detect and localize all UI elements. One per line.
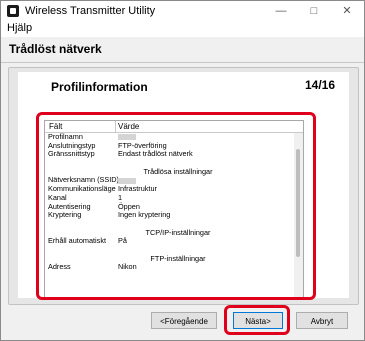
header-band: Trådlöst nätverk — [1, 38, 364, 63]
highlight-frame-next — [224, 305, 290, 335]
window-title: Wireless Transmitter Utility — [25, 5, 156, 17]
page-counter: 14/16 — [304, 78, 335, 92]
page-title: Trådlöst nätverk — [9, 42, 102, 56]
previous-button[interactable]: <Föregående — [151, 312, 217, 329]
menu-help[interactable]: Hjälp — [7, 22, 32, 34]
close-button[interactable]: ✕ — [333, 3, 361, 19]
minimize-button[interactable]: — — [267, 3, 295, 19]
title-bar: Wireless Transmitter Utility — □ ✕ — [1, 1, 364, 21]
highlight-frame-table — [36, 112, 316, 300]
maximize-button[interactable]: □ — [300, 3, 328, 19]
cancel-button[interactable]: Avbryt — [296, 312, 348, 329]
section-title: Profilinformation — [51, 80, 148, 94]
menu-bar: Hjälp — [1, 21, 364, 37]
app-window: Wireless Transmitter Utility — □ ✕ Hjälp… — [0, 0, 365, 341]
app-icon — [7, 5, 19, 17]
